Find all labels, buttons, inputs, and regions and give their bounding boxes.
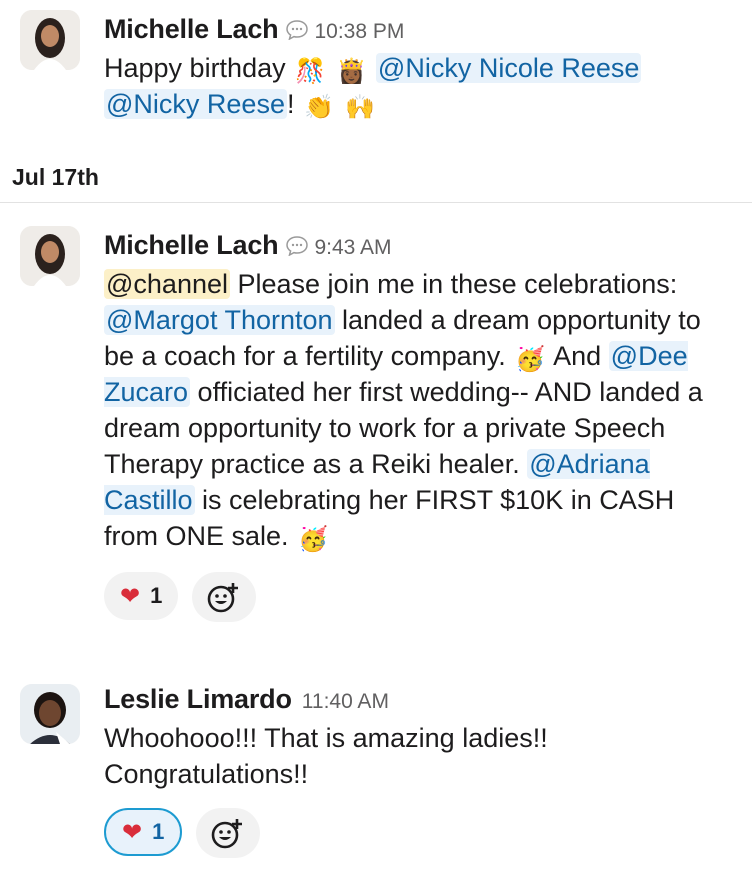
user-mention[interactable]: @Margot Thornton bbox=[104, 305, 335, 335]
reactions-bar: ❤ 1 bbox=[104, 808, 732, 858]
text-line: Whoohooo!!! That is amazing ladies!! bbox=[104, 723, 548, 753]
message-text: @channel Please join me in these celebra… bbox=[104, 266, 724, 554]
day-label: Jul 17th bbox=[12, 164, 99, 190]
message-text: Whoohooo!!! That is amazing ladies!! Con… bbox=[104, 720, 732, 792]
text-line: Congratulations!! bbox=[104, 759, 309, 789]
chat-bubble-icon bbox=[286, 20, 309, 41]
author-name[interactable]: Leslie Limardo bbox=[104, 684, 292, 715]
woman-crown-icon: 👸🏾 bbox=[336, 58, 367, 85]
add-reaction-icon bbox=[208, 583, 239, 613]
heart-icon: ❤ bbox=[120, 582, 141, 610]
avatar[interactable] bbox=[20, 226, 80, 286]
chat-bubble-icon bbox=[286, 236, 309, 257]
text-segment: And bbox=[547, 341, 609, 371]
message: Michelle Lach 9:43 AM @channel Please jo… bbox=[0, 226, 752, 666]
author-name[interactable]: Michelle Lach bbox=[104, 230, 279, 261]
timestamp[interactable]: 9:43 AM bbox=[314, 236, 391, 260]
author-name[interactable]: Michelle Lach bbox=[104, 14, 279, 45]
partying-face-icon: 🥳 bbox=[515, 346, 546, 373]
add-reaction-button[interactable] bbox=[196, 808, 261, 858]
user-mention[interactable]: @Nicky Reese bbox=[104, 89, 287, 119]
timestamp[interactable]: 10:38 PM bbox=[314, 20, 404, 44]
user-mention[interactable]: @Nicky Nicole Reese bbox=[375, 53, 642, 83]
add-reaction-button[interactable] bbox=[192, 572, 257, 622]
reaction-heart[interactable]: ❤ 1 bbox=[104, 808, 183, 856]
avatar[interactable] bbox=[20, 10, 80, 70]
text-segment: Please join me in these celebrations: bbox=[230, 269, 678, 299]
confetti-icon: 🎊 bbox=[295, 58, 325, 85]
message: Leslie Limardo 11:40 AM Whoohooo!!! That… bbox=[0, 684, 752, 884]
partying-face-icon: 🥳 bbox=[298, 526, 328, 553]
clapping-hands-icon: 👏 bbox=[304, 94, 334, 121]
message-text: Happy birthday 🎊 👸🏾 @Nicky Nicole Reese … bbox=[104, 50, 724, 122]
text-segment: ! bbox=[286, 89, 295, 119]
channel-mention[interactable]: @channel bbox=[104, 269, 230, 299]
text-segment: Happy birthday bbox=[104, 53, 294, 83]
timestamp[interactable]: 11:40 AM bbox=[302, 690, 389, 714]
raised-hands-icon: 🙌 bbox=[345, 94, 376, 121]
day-divider: Jul 17th bbox=[0, 158, 752, 203]
reactions-bar: ❤ 1 bbox=[104, 572, 732, 622]
message: Michelle Lach 10:38 PM Happy birthday 🎊 … bbox=[0, 10, 752, 150]
reaction-heart[interactable]: ❤ 1 bbox=[104, 572, 179, 620]
avatar[interactable] bbox=[20, 684, 80, 744]
reaction-count: 1 bbox=[152, 819, 165, 844]
heart-icon: ❤ bbox=[122, 818, 143, 846]
add-reaction-icon bbox=[212, 819, 243, 849]
reaction-count: 1 bbox=[150, 583, 163, 608]
